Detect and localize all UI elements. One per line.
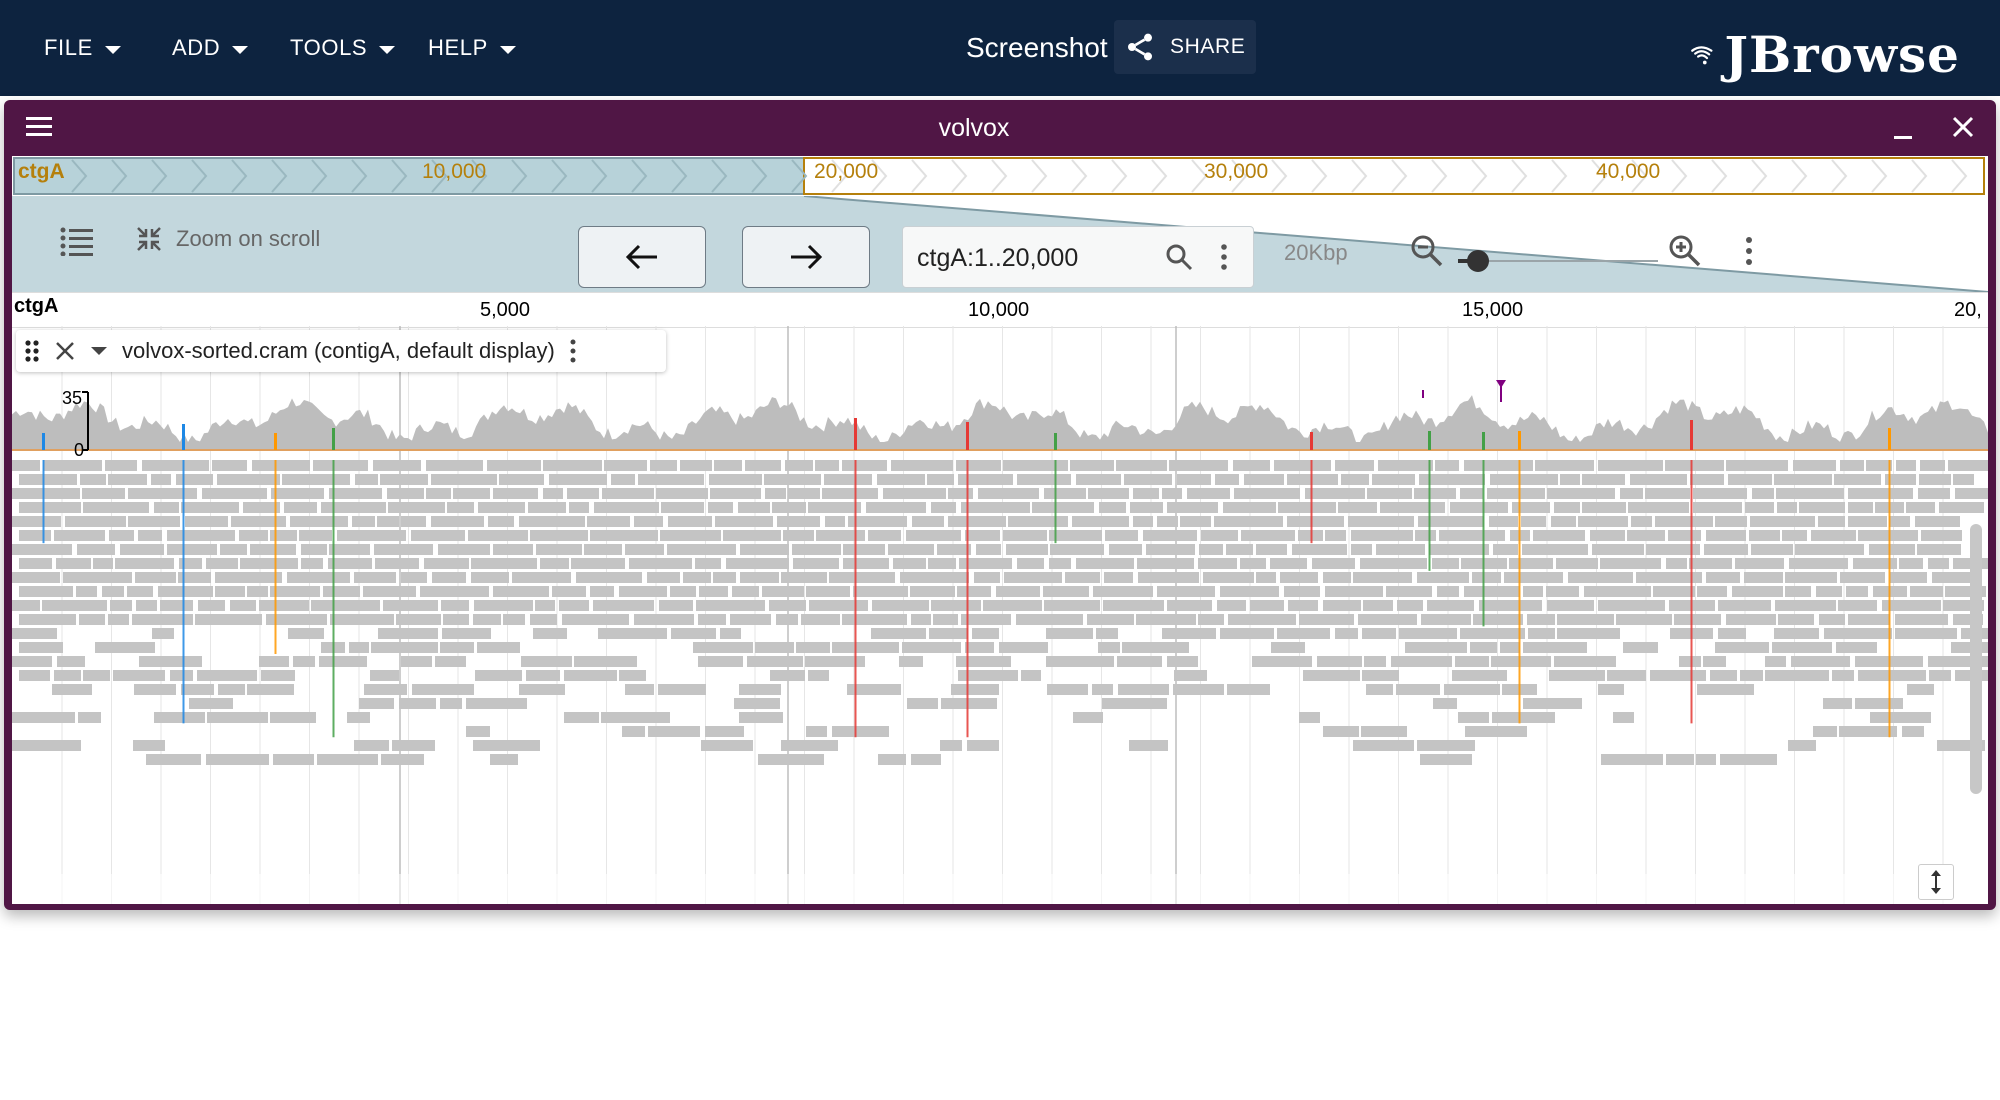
- share-button[interactable]: SHARE: [1114, 20, 1256, 74]
- ruler-label-20000: 20,: [1954, 299, 1982, 321]
- zoom-slider[interactable]: [1458, 246, 1658, 276]
- tools-menu-button[interactable]: TOOLS: [290, 28, 396, 68]
- pan-right-button[interactable]: [742, 226, 870, 288]
- zoom-out-icon[interactable]: [1410, 234, 1444, 268]
- overview-scalebar[interactable]: ctgA 10,000 20,000 30,000 40,000: [12, 156, 1988, 196]
- coordinate-ruler[interactable]: ctgA 5,000 10,000 15,000 20,: [12, 292, 1988, 328]
- overview-label-40000: 40,000: [1596, 160, 1661, 183]
- collapse-arrows-icon: [137, 227, 161, 251]
- close-view-icon[interactable]: [1950, 114, 1976, 140]
- overview-label-30000: 30,000: [1204, 160, 1269, 183]
- view-header: volvox: [4, 100, 1996, 156]
- arrow-right-icon: [791, 244, 823, 270]
- view-body: ctgA 10,000 20,000 30,000 40,000 Zoom on…: [12, 156, 1988, 904]
- add-menu-label: ADD: [172, 35, 221, 60]
- chevron-down-icon: [232, 46, 249, 54]
- linear-genome-view: volvox ctgA 10,000 20,000 30,000 40,000: [4, 100, 1996, 910]
- drag-handle-icon[interactable]: [24, 339, 40, 363]
- bp-per-view-label: 20Kbp: [1284, 240, 1348, 265]
- track-menu-icon[interactable]: [569, 339, 577, 363]
- location-search-box: [902, 226, 1254, 288]
- chevron-down-icon: [379, 46, 396, 54]
- overview-label-10000: 10,000: [422, 160, 487, 183]
- pan-left-button[interactable]: [578, 226, 706, 288]
- location-input[interactable]: [915, 237, 1159, 279]
- tools-menu-label: TOOLS: [290, 35, 368, 60]
- alignments-track-canvas: [12, 326, 1988, 904]
- ruler-ref-name: ctgA: [14, 295, 59, 317]
- track-scrollbar[interactable]: [1970, 524, 1982, 794]
- jbrowse-logo-icon: [1691, 46, 1713, 65]
- coverage-axis-min: 0: [74, 440, 85, 460]
- view-toolbar: Zoom on scroll 20Kbp: [12, 196, 1988, 292]
- zoom-on-scroll-toggle[interactable]: Zoom on scroll: [134, 224, 320, 254]
- app-bar: FILE ADD TOOLS HELP Screenshot SHARE JBr…: [0, 0, 2000, 96]
- close-track-icon[interactable]: [54, 340, 76, 362]
- more-vert-icon[interactable]: [1219, 243, 1229, 271]
- track-name: volvox-sorted.cram (contigA, default dis…: [122, 338, 555, 363]
- zoom-slider-thumb: [1467, 250, 1489, 272]
- vertical-resize-icon: [1931, 870, 1941, 894]
- zoom-in-icon[interactable]: [1668, 234, 1702, 268]
- help-menu-button[interactable]: HELP: [428, 28, 516, 68]
- ruler-label-15000: 15,000: [1462, 299, 1524, 321]
- arrow-left-icon: [625, 244, 657, 270]
- session-name[interactable]: Screenshot: [966, 28, 1108, 68]
- ruler-label-5000: 5,000: [480, 299, 531, 321]
- view-options-icon[interactable]: [1744, 236, 1754, 266]
- chevron-down-icon: [499, 46, 516, 54]
- collapse-track-icon[interactable]: [90, 345, 108, 357]
- coverage-axis-max: 35: [62, 388, 83, 408]
- share-icon: [1128, 33, 1152, 61]
- help-menu-label: HELP: [428, 35, 488, 60]
- track-label: volvox-sorted.cram (contigA, default dis…: [16, 330, 666, 372]
- file-menu-label: FILE: [44, 35, 93, 60]
- zoom-on-scroll-label: Zoom on scroll: [176, 226, 321, 251]
- search-icon[interactable]: [1165, 243, 1193, 271]
- chevron-down-icon: [104, 46, 121, 54]
- minimize-icon[interactable]: [1894, 136, 1912, 139]
- resize-track-handle[interactable]: [1918, 864, 1954, 900]
- add-menu-button[interactable]: ADD: [172, 28, 249, 68]
- track-selector-icon[interactable]: [60, 226, 94, 256]
- share-label: SHARE: [1170, 35, 1246, 58]
- view-name[interactable]: volvox: [4, 114, 1944, 143]
- overview-graphic: [13, 157, 1985, 195]
- alignments-track: volvox-sorted.cram (contigA, default dis…: [12, 326, 1988, 904]
- file-menu-button[interactable]: FILE: [44, 28, 121, 68]
- jbrowse-logo: JBrowse: [1690, 22, 1960, 86]
- overview-label-20000: 20,000: [814, 160, 879, 183]
- ruler-label-10000: 10,000: [968, 299, 1030, 321]
- overview-ref-name: ctgA: [18, 160, 65, 183]
- logo-text: JBrowse: [1724, 24, 1960, 84]
